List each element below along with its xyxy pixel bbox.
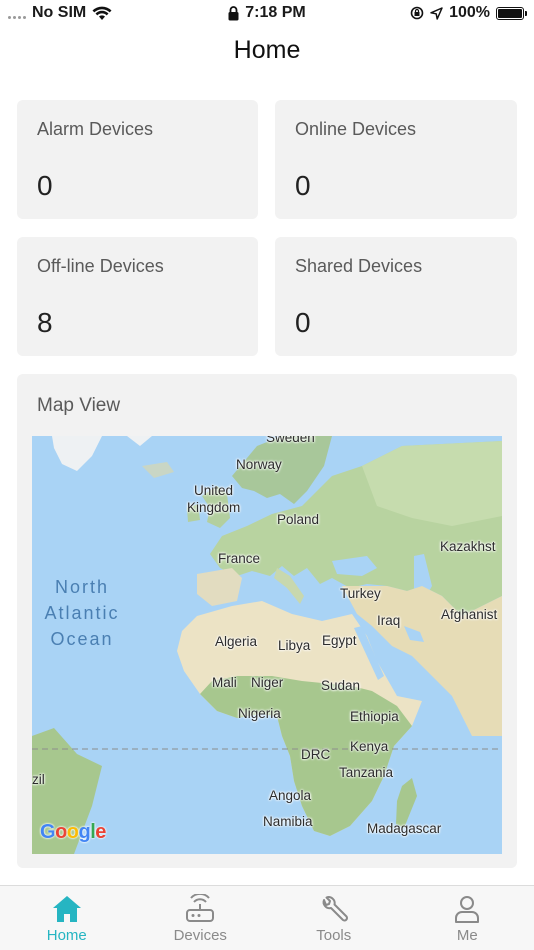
card-label: Off-line Devices: [37, 256, 164, 276]
map-place-label: France: [218, 551, 261, 566]
tab-label: Me: [456, 927, 478, 944]
card-label: Online Devices: [295, 119, 417, 139]
tab-devices[interactable]: Devices: [134, 886, 268, 950]
ocean-label: North Atlantic Ocean: [44, 577, 120, 649]
clock: 7:18 PM: [245, 4, 306, 21]
map-place-label: Libya: [278, 638, 311, 653]
map-view[interactable]: North Atlantic Ocean Sweden Norway Unite…: [32, 436, 502, 854]
tab-label: Tools: [316, 927, 352, 944]
map-place-label: Kingdom: [187, 500, 241, 515]
card-value: 0: [295, 170, 311, 201]
map-place-label: Turkey: [340, 586, 381, 601]
map-place-label: Madagascar: [367, 821, 442, 836]
map-card: Map View North Atlantic Ocean Sweden Nor…: [17, 374, 517, 868]
map-place-label: Ethiopia: [350, 709, 399, 724]
map-place-label: United: [194, 483, 234, 498]
tab-label: Home: [46, 927, 87, 944]
battery-percent: 100%: [449, 4, 490, 21]
home-icon: [52, 896, 81, 922]
status-bar: No SIM 7:18 PM 100%: [0, 0, 534, 28]
map-place-label: Algeria: [215, 634, 258, 649]
map-place-label: Sudan: [321, 678, 361, 693]
tab-home[interactable]: Home: [0, 886, 134, 950]
map-place-label: Namibia: [263, 814, 313, 829]
battery-icon: [496, 6, 527, 20]
tab-bar: Home Devices Tools Me: [0, 885, 534, 950]
map-place-label: Sweden: [266, 436, 315, 445]
location-arrow-icon: [430, 6, 443, 20]
router-icon: [186, 894, 215, 922]
tab-tools[interactable]: Tools: [267, 886, 401, 950]
tab-label: Devices: [173, 927, 227, 944]
alarm-devices-card[interactable]: Alarm Devices 0: [17, 100, 258, 219]
card-value: 8: [37, 307, 53, 338]
map-place-label: DRC: [301, 747, 331, 762]
card-value: 0: [37, 170, 53, 201]
lock-icon: [228, 5, 239, 20]
map-place-label: Angola: [269, 788, 312, 803]
orientation-lock-icon: [410, 6, 424, 20]
map-place-label: Mali: [212, 675, 237, 690]
map-place-label: Kazakhst: [440, 539, 496, 554]
map-place-label: Egypt: [322, 633, 357, 648]
page-title: Home: [233, 36, 301, 64]
status-right: 100%: [410, 4, 527, 22]
map-place-label: Niger: [251, 675, 284, 690]
map-place-label: Kenya: [350, 739, 389, 754]
person-icon: [455, 896, 480, 923]
map-place-label: Norway: [236, 457, 282, 472]
card-label: Alarm Devices: [37, 119, 154, 139]
map-place-label: zil: [32, 772, 45, 787]
shared-devices-card[interactable]: Shared Devices 0: [275, 237, 517, 356]
map-place-label: Afghanist: [441, 607, 498, 622]
google-logo: Google: [40, 821, 106, 843]
map-place-label: Nigeria: [238, 706, 281, 721]
offline-devices-card[interactable]: Off-line Devices 8: [17, 237, 258, 356]
card-value: 0: [295, 307, 311, 338]
map-place-label: Iraq: [377, 613, 401, 628]
online-devices-card[interactable]: Online Devices 0: [275, 100, 517, 219]
tab-me[interactable]: Me: [401, 886, 534, 950]
wrench-icon: [322, 896, 348, 922]
home-screen: No SIM 7:18 PM 100% Home Alarm Devices 0…: [0, 0, 534, 950]
map-title: Map View: [37, 395, 121, 416]
card-label: Shared Devices: [295, 256, 423, 276]
map-place-label: Poland: [277, 512, 320, 527]
map-place-label: Tanzania: [339, 765, 394, 780]
